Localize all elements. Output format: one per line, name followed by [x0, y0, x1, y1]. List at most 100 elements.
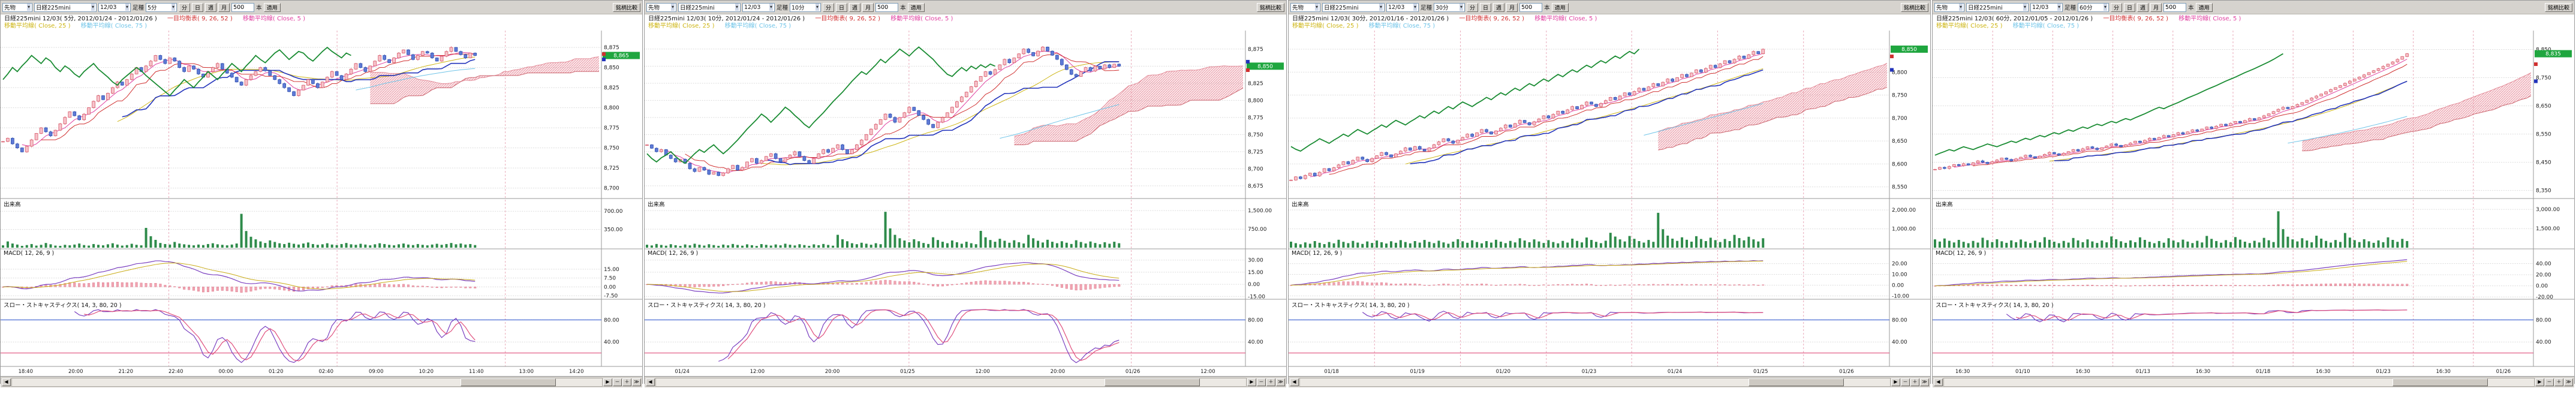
chevron-down-icon: ▾ — [1959, 4, 1963, 11]
zoom-out-button[interactable]: － — [1901, 378, 1910, 386]
svg-text:20.00: 20.00 — [1892, 261, 1907, 267]
chart-canvas[interactable]: 8,8508,8008,7508,7008,6508,6008,5508,850… — [1289, 31, 1930, 376]
period-month-button[interactable]: 月 — [2150, 3, 2162, 12]
period-select[interactable]: 5分▾ — [146, 3, 177, 12]
chart-canvas[interactable]: 8,8508,7508,6508,5508,4508,3508,8353,000… — [1933, 31, 2574, 376]
scrollbar-thumb[interactable] — [1105, 378, 1200, 386]
svg-text:0.00: 0.00 — [1892, 282, 1904, 288]
scrollbar-thumb[interactable] — [1749, 378, 1844, 386]
svg-text:01/23: 01/23 — [1582, 369, 1597, 375]
period-select[interactable]: 60分▾ — [2078, 3, 2109, 12]
scrollbar-thumb[interactable] — [461, 378, 556, 386]
svg-text:20.00: 20.00 — [2536, 272, 2551, 278]
scrollbar-thumb[interactable] — [2393, 378, 2488, 386]
scrollbar-track[interactable] — [1299, 378, 1891, 387]
scrollbar-track[interactable] — [655, 378, 1247, 387]
volume-label: 出来高 — [4, 200, 21, 208]
period-month-button[interactable]: 月 — [862, 3, 874, 12]
scroll-right-button[interactable]: ▶ — [1891, 378, 1900, 386]
svg-text:40.00: 40.00 — [1892, 339, 1907, 345]
zoom-in-button[interactable]: ＋ — [2554, 378, 2563, 386]
chevron-down-icon: ▾ — [125, 4, 129, 11]
chart-canvas[interactable]: 8,8758,8508,8258,8008,7758,7508,7258,700… — [1, 31, 642, 376]
market-select[interactable]: 先物▾ — [646, 3, 676, 12]
svg-text:8,700: 8,700 — [1892, 116, 1907, 122]
market-select[interactable]: 先物▾ — [1290, 3, 1320, 12]
scroll-end-button[interactable]: ≫ — [2564, 378, 2573, 386]
legend-ichimoku: 一目均衡表( 9, 26, 52 ) — [2103, 16, 2168, 22]
period-day-button[interactable]: 日 — [192, 3, 203, 12]
bar-count-input[interactable] — [875, 3, 898, 12]
period-minute-button[interactable]: 分 — [823, 3, 834, 12]
contract-select-value: 12/03 — [100, 4, 116, 11]
scroll-left-button[interactable]: ◀ — [2, 378, 11, 386]
scroll-right-button[interactable]: ▶ — [2535, 378, 2544, 386]
period-day-button[interactable]: 日 — [1480, 3, 1491, 12]
period-week-button[interactable]: 週 — [205, 3, 216, 12]
apply-button[interactable]: 適用 — [908, 3, 925, 12]
svg-text:01/24: 01/24 — [1668, 369, 1683, 375]
svg-text:1,000.00: 1,000.00 — [1892, 227, 1916, 233]
market-select-value: 先物 — [1936, 3, 1948, 11]
apply-button[interactable]: 適用 — [1552, 3, 1569, 12]
compare-button[interactable]: 銘柄比較 — [1901, 3, 1928, 12]
scroll-end-button[interactable]: ≫ — [1920, 378, 1929, 386]
svg-text:8,850: 8,850 — [604, 65, 619, 71]
market-select[interactable]: 先物 ▾ — [1934, 3, 1964, 12]
period-week-button[interactable]: 週 — [1493, 3, 1504, 12]
scroll-end-button[interactable]: ≫ — [1276, 378, 1285, 386]
scrollbar-track[interactable] — [11, 378, 603, 387]
legend-ma1: 移動平均線( Close, 5 ) — [1534, 16, 1597, 22]
period-month-button[interactable]: 月 — [1506, 3, 1518, 12]
contract-select[interactable]: 12/03▾ — [1386, 3, 1419, 12]
scroll-right-button[interactable]: ▶ — [603, 378, 612, 386]
compare-button[interactable]: 銘柄比較 — [2545, 3, 2572, 12]
period-minute-button[interactable]: 分 — [1467, 3, 1478, 12]
scrollbar-track[interactable] — [1943, 378, 2535, 387]
bar-count-input[interactable] — [231, 3, 254, 12]
chart-canvas[interactable]: 8,8758,8508,8258,8008,7758,7508,7258,700… — [645, 31, 1286, 376]
bar-count-input[interactable] — [1519, 3, 1542, 12]
period-select[interactable]: 10分▾ — [790, 3, 821, 12]
compare-button[interactable]: 銘柄比較 — [1257, 3, 1284, 12]
zoom-in-button[interactable]: ＋ — [622, 378, 631, 386]
legend-ma2: 移動平均線( Close, 25 ) — [1292, 23, 1358, 29]
period-select[interactable]: 30分▾ — [1434, 3, 1465, 12]
bar-count-input[interactable] — [2163, 3, 2186, 12]
period-minute-button[interactable]: 分 — [2111, 3, 2122, 12]
compare-button[interactable]: 銘柄比較 — [613, 3, 640, 12]
period-minute-button[interactable]: 分 — [179, 3, 190, 12]
scroll-left-button[interactable]: ◀ — [646, 378, 655, 386]
symbol-select[interactable]: 日経225mini▾ — [1966, 3, 2029, 12]
zoom-in-button[interactable]: ＋ — [1910, 378, 1919, 386]
contract-select[interactable]: 12/03 ▾ — [98, 3, 131, 12]
chart-scrollbar: ◀ ▶ － ＋ ≫ — [1, 376, 642, 387]
symbol-select[interactable]: 日経225mini▾ — [34, 3, 97, 12]
contract-select[interactable]: 12/03▾ — [2030, 3, 2063, 12]
symbol-select[interactable]: 日経225mini▾ — [1322, 3, 1385, 12]
contract-select[interactable]: 12/03▾ — [742, 3, 775, 12]
chart-scrollbar: ◀ ▶ － ＋ ≫ — [1933, 376, 2574, 387]
zoom-in-button[interactable]: ＋ — [1266, 378, 1275, 386]
market-select[interactable]: 先物▾ — [2, 3, 32, 12]
symbol-select[interactable]: 日経225mini▾ — [678, 3, 741, 12]
svg-text:8,700: 8,700 — [604, 186, 619, 192]
scroll-left-button[interactable]: ◀ — [1290, 378, 1299, 386]
chevron-down-icon: ▾ — [1315, 4, 1319, 11]
scroll-right-button[interactable]: ▶ — [1247, 378, 1256, 386]
chevron-down-icon: ▾ — [27, 4, 31, 11]
zoom-out-button[interactable]: － — [613, 378, 622, 386]
chart-title: 日経225mini 12/03( 5分, 2012/01/24 - 2012/0… — [4, 16, 157, 22]
period-day-button[interactable]: 日 — [836, 3, 847, 12]
svg-text:01/26: 01/26 — [1839, 369, 1854, 375]
period-week-button[interactable]: 週 — [2137, 3, 2148, 12]
zoom-out-button[interactable]: － — [2545, 378, 2554, 386]
scroll-left-button[interactable]: ◀ — [1934, 378, 1943, 386]
apply-button[interactable]: 適用 — [2196, 3, 2213, 12]
scroll-end-button[interactable]: ≫ — [632, 378, 641, 386]
apply-button[interactable]: 適用 — [264, 3, 281, 12]
period-week-button[interactable]: 週 — [849, 3, 860, 12]
period-day-button[interactable]: 日 — [2124, 3, 2135, 12]
zoom-out-button[interactable]: － — [1257, 378, 1266, 386]
period-month-button[interactable]: 月 — [218, 3, 230, 12]
